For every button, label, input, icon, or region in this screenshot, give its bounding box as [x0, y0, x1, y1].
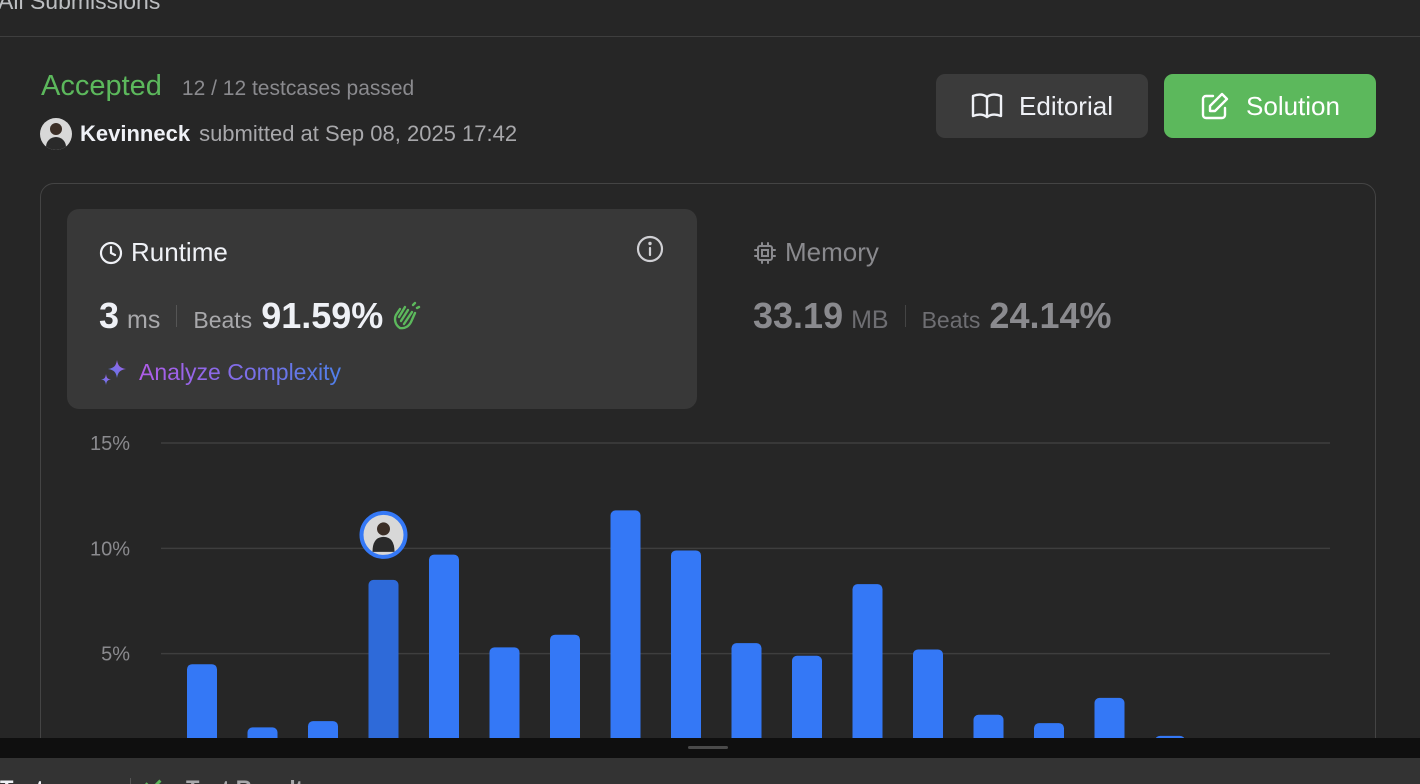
- page-title: All Submissions: [0, 0, 161, 14]
- y-tick-label: 10%: [90, 538, 130, 560]
- edit-icon: [1201, 92, 1229, 120]
- page-header: All Submissions: [0, 0, 1420, 37]
- editorial-label: Editorial: [1019, 90, 1113, 121]
- testcases-summary: 12 / 12 testcases passed: [181, 77, 415, 100]
- username-link[interactable]: Kevinneck: [80, 121, 190, 147]
- status-label: Accepted: [41, 70, 162, 102]
- submitted-time: submitted at Sep 08, 2025 17:42: [199, 121, 518, 146]
- book-icon: [971, 93, 1003, 119]
- performance-panel: Runtime 3 ms Beats 91.59% Analyze Comple…: [40, 183, 1376, 783]
- tab-divider: [130, 778, 131, 784]
- panel-resize-bar[interactable]: [0, 738, 1420, 758]
- user-position-marker[interactable]: [359, 510, 408, 559]
- submission-status-row: Accepted 12 / 12 testcases passed: [41, 70, 414, 103]
- submitter-row: Kevinneck submitted at Sep 08, 2025 17:4…: [40, 118, 517, 150]
- check-icon: [144, 774, 162, 784]
- user-avatar[interactable]: [40, 118, 72, 150]
- y-tick-label: 5%: [101, 644, 130, 666]
- solution-button[interactable]: Solution: [1164, 74, 1376, 138]
- y-tick-label: 15%: [90, 433, 130, 455]
- solution-label: Solution: [1246, 90, 1340, 121]
- drag-handle[interactable]: [688, 746, 728, 749]
- tab-test-result[interactable]: Test Result: [186, 776, 303, 784]
- editorial-button[interactable]: Editorial: [936, 74, 1148, 138]
- console-panel: Testcase Test Result: [0, 758, 1420, 784]
- tab-testcase[interactable]: Testcase: [0, 776, 93, 784]
- runtime-distribution-chart: 15% 10% 5%: [90, 433, 1330, 782]
